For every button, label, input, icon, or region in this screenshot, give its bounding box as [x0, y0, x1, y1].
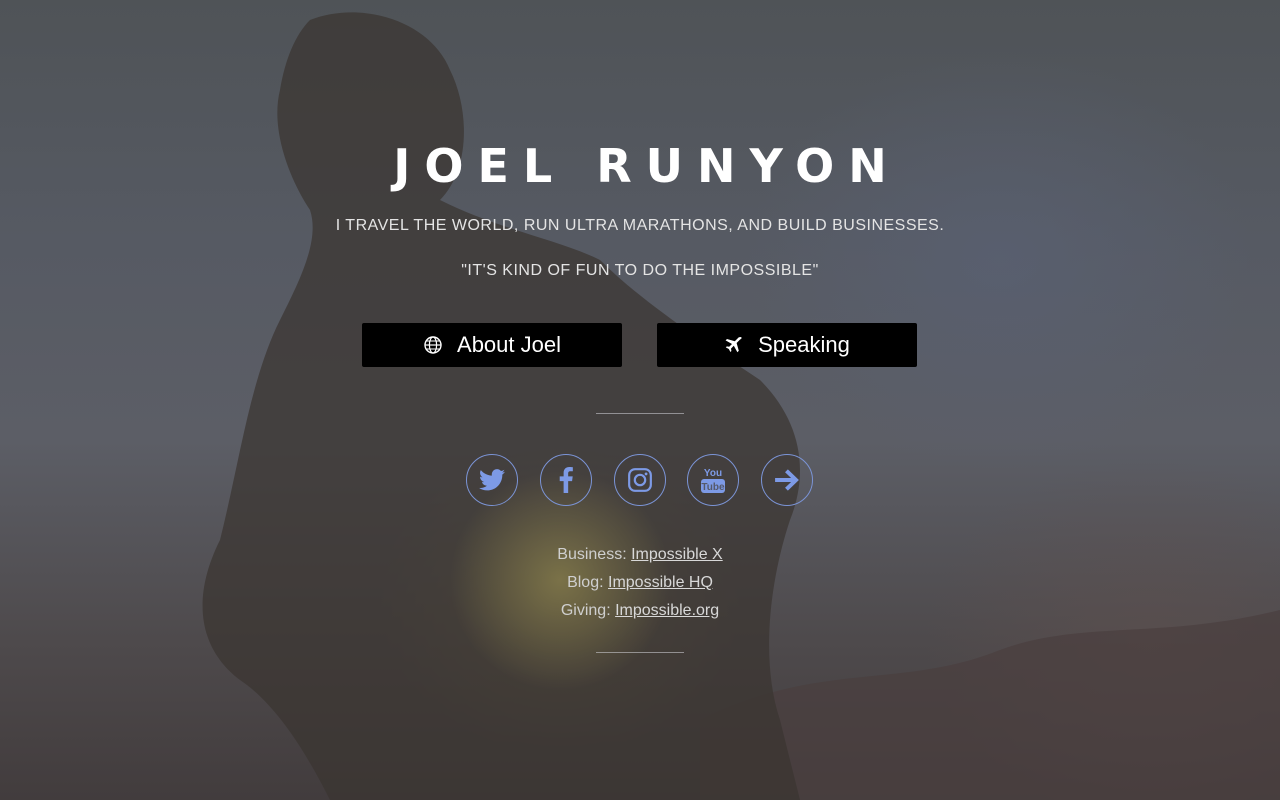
speaking-label: Speaking: [758, 332, 850, 357]
instagram-link[interactable]: [614, 454, 666, 506]
twitter-icon: [479, 469, 505, 491]
more-link[interactable]: [761, 454, 813, 506]
tagline: I TRAVEL THE WORLD, RUN ULTRA MARATHONS,…: [335, 217, 945, 234]
youtube-icon: You Tube: [701, 468, 725, 493]
impossible-hq-link[interactable]: Impossible HQ: [608, 574, 713, 591]
airplane-icon: [724, 335, 744, 355]
divider-bottom: [596, 652, 684, 653]
giving-label: Giving:: [560, 602, 611, 619]
impossible-org-link[interactable]: Impossible.org: [615, 602, 719, 619]
globe-icon: [423, 335, 443, 355]
blog-label: Blog:: [567, 574, 604, 591]
twitter-link[interactable]: [466, 454, 518, 506]
project-links: Business: Impossible X Blog: Impossible …: [0, 541, 1280, 625]
svg-text:Tube: Tube: [701, 482, 725, 493]
divider-top: [596, 413, 684, 414]
facebook-icon: [559, 467, 573, 493]
instagram-icon: [628, 468, 652, 492]
social-links: You Tube: [466, 454, 814, 506]
speaking-button[interactable]: Speaking: [657, 323, 917, 367]
svg-text:You: You: [704, 468, 722, 479]
facebook-link[interactable]: [540, 454, 592, 506]
about-joel-button[interactable]: About Joel: [362, 323, 622, 367]
youtube-link[interactable]: You Tube: [687, 454, 739, 506]
page-title: JOEL RUNYON: [393, 139, 901, 193]
arrow-right-icon: [775, 469, 799, 491]
business-label: Business:: [557, 546, 627, 563]
impossible-x-link[interactable]: Impossible X: [631, 546, 723, 563]
giving-row: Giving: Impossible.org: [0, 597, 1280, 625]
about-joel-label: About Joel: [457, 332, 561, 357]
business-row: Business: Impossible X: [0, 541, 1280, 569]
quote: "IT'S KIND OF FUN TO DO THE IMPOSSIBLE": [461, 262, 819, 279]
blog-row: Blog: Impossible HQ: [0, 569, 1280, 597]
